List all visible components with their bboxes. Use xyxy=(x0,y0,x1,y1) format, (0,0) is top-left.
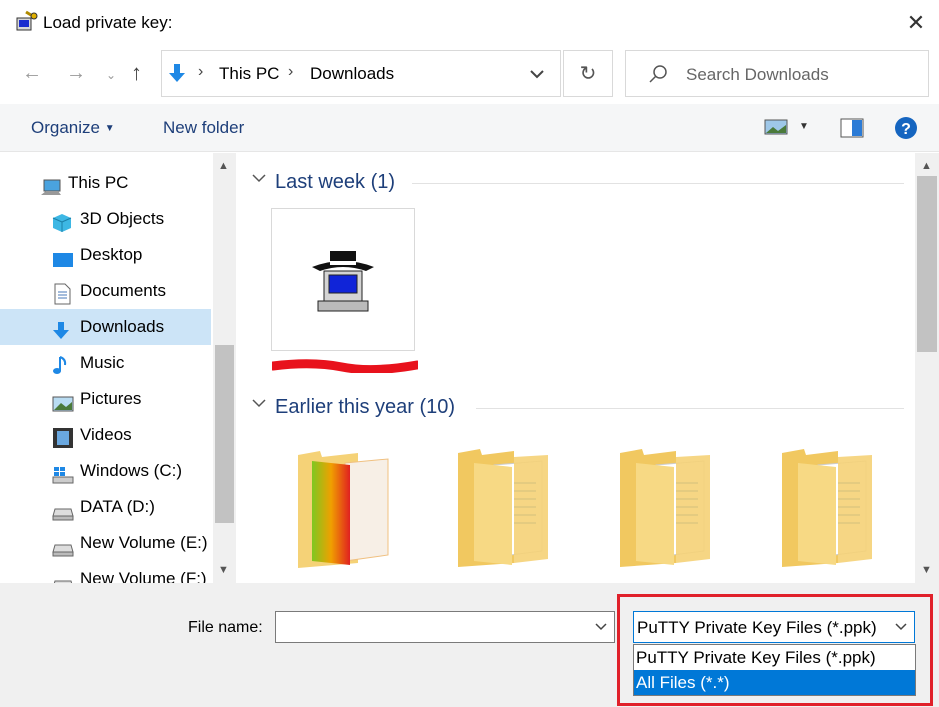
scroll-up-arrow-icon[interactable]: ▲ xyxy=(218,160,229,172)
breadcrumb-separator-icon: › xyxy=(198,63,204,80)
file-name-label: File name: xyxy=(188,619,263,636)
file-name-field[interactable] xyxy=(275,611,615,643)
navigation-pane: This PC 3D Objects Desktop Documents Dow… xyxy=(0,153,236,583)
sidebar-item-this-pc[interactable]: This PC xyxy=(0,165,211,201)
sidebar-item-desktop[interactable]: Desktop xyxy=(0,237,211,273)
file-name-dropdown-chevron-icon[interactable] xyxy=(594,620,608,634)
folder-tile[interactable] xyxy=(454,443,554,568)
recent-locations-chevron-icon[interactable]: ⌄ xyxy=(106,68,116,82)
address-bar[interactable]: › This PC › Downloads xyxy=(161,50,561,97)
organize-label: Organize xyxy=(31,118,100,137)
change-view-icon[interactable] xyxy=(764,118,788,136)
file-tile-putty[interactable] xyxy=(271,208,415,351)
preview-pane-icon[interactable] xyxy=(840,118,864,138)
highlight-annotation-box xyxy=(617,594,933,706)
folder-tile[interactable] xyxy=(778,443,878,568)
breadcrumb-this-pc[interactable]: This PC xyxy=(219,64,279,84)
sidebar-item-data-d[interactable]: DATA (D:) xyxy=(0,489,211,525)
dropdown-caret-icon: ▼ xyxy=(104,123,115,135)
sidebar-item-downloads[interactable]: Downloads xyxy=(0,309,211,345)
sidebar-item-new-volume-e[interactable]: New Volume (E:) xyxy=(0,525,211,561)
group-header-last-week[interactable]: Last week (1) xyxy=(275,171,395,194)
sidebar-item-label: Windows (C:) xyxy=(80,461,183,480)
sidebar-item-label: New Volume (E:) xyxy=(80,533,208,552)
sidebar-item-music[interactable]: Music xyxy=(0,345,211,381)
new-folder-button[interactable]: New folder xyxy=(163,118,244,138)
drive-icon xyxy=(52,570,73,583)
sidebar-item-documents[interactable]: Documents xyxy=(0,273,211,309)
sidebar-item-label: Music xyxy=(80,353,125,372)
group-divider xyxy=(476,408,904,409)
folder-tile[interactable] xyxy=(290,443,390,568)
document-icon xyxy=(52,282,72,305)
help-icon[interactable]: ? xyxy=(894,116,918,140)
search-box[interactable]: Search Downloads xyxy=(625,50,929,97)
music-note-icon xyxy=(52,354,72,374)
back-arrow-icon[interactable]: ← xyxy=(22,62,42,85)
scroll-down-arrow-icon[interactable]: ▼ xyxy=(218,564,229,576)
sidebar-item-label: New Volume (F:) xyxy=(80,569,207,583)
folder-icon xyxy=(458,449,548,567)
sidebar-item-pictures[interactable]: Pictures xyxy=(0,381,211,417)
download-arrow-icon xyxy=(168,63,186,85)
desktop-icon xyxy=(52,246,73,267)
computer-icon xyxy=(40,174,61,195)
drive-icon xyxy=(52,498,74,521)
search-icon xyxy=(648,64,668,84)
up-arrow-icon[interactable]: ↑ xyxy=(131,60,142,86)
sidebar-item-label: Pictures xyxy=(80,389,142,408)
folder-colorful-icon xyxy=(298,451,389,568)
view-dropdown-caret-icon[interactable]: ▼ xyxy=(799,121,809,132)
folder-icon xyxy=(782,449,872,567)
search-input-placeholder: Search Downloads xyxy=(686,65,829,84)
sidebar-item-label: Documents xyxy=(80,281,166,300)
svg-text:?: ? xyxy=(901,121,911,138)
sidebar-item-label: This PC xyxy=(68,173,129,192)
organize-button[interactable]: Organize ▼ xyxy=(31,118,115,138)
drive-icon xyxy=(52,534,74,557)
sidebar-item-label: DATA (D:) xyxy=(80,497,155,516)
windows-drive-icon xyxy=(52,462,74,484)
group-collapse-chevron-icon[interactable] xyxy=(252,171,266,185)
file-list: Last week (1) Earlier this year (10) xyxy=(240,153,915,583)
scroll-down-arrow-icon[interactable]: ▼ xyxy=(921,564,932,576)
sidebar-item-windows-c[interactable]: Windows (C:) xyxy=(0,453,211,489)
refresh-button[interactable]: ↻ xyxy=(563,50,613,97)
group-divider xyxy=(412,183,904,184)
close-button[interactable]: ✕ xyxy=(904,11,928,35)
putty-app-icon xyxy=(310,245,376,313)
folder-icon xyxy=(620,449,710,567)
sidebar-item-label: 3D Objects xyxy=(80,209,165,228)
address-dropdown-chevron-icon[interactable] xyxy=(526,61,548,85)
putty-key-icon xyxy=(14,10,38,34)
content-scrollbar-thumb[interactable] xyxy=(917,176,937,352)
sidebar-item-3d-objects[interactable]: 3D Objects xyxy=(0,201,211,237)
group-header-earlier-this-year[interactable]: Earlier this year (10) xyxy=(275,396,455,419)
redacted-filename xyxy=(268,359,422,375)
group-collapse-chevron-icon[interactable] xyxy=(252,396,266,410)
sidebar-item-label: Desktop xyxy=(80,245,143,264)
breadcrumb-downloads[interactable]: Downloads xyxy=(310,64,394,84)
film-icon xyxy=(52,426,73,448)
window-title: Load private key: xyxy=(43,13,173,32)
forward-arrow-icon[interactable]: → xyxy=(66,62,86,85)
breadcrumb-separator-icon: › xyxy=(288,63,294,80)
scroll-up-arrow-icon[interactable]: ▲ xyxy=(921,160,932,172)
sidebar-item-label: Downloads xyxy=(80,317,165,336)
pictures-icon xyxy=(52,390,74,412)
sidebar-item-new-volume-f[interactable]: New Volume (F:) xyxy=(0,561,211,583)
sidebar-item-videos[interactable]: Videos xyxy=(0,417,211,453)
sidebar-item-label: Videos xyxy=(80,425,132,444)
cube-icon xyxy=(52,210,72,232)
download-arrow-icon xyxy=(52,318,72,339)
folder-tile[interactable] xyxy=(616,443,716,568)
sidebar-scrollbar-thumb[interactable] xyxy=(215,345,234,523)
